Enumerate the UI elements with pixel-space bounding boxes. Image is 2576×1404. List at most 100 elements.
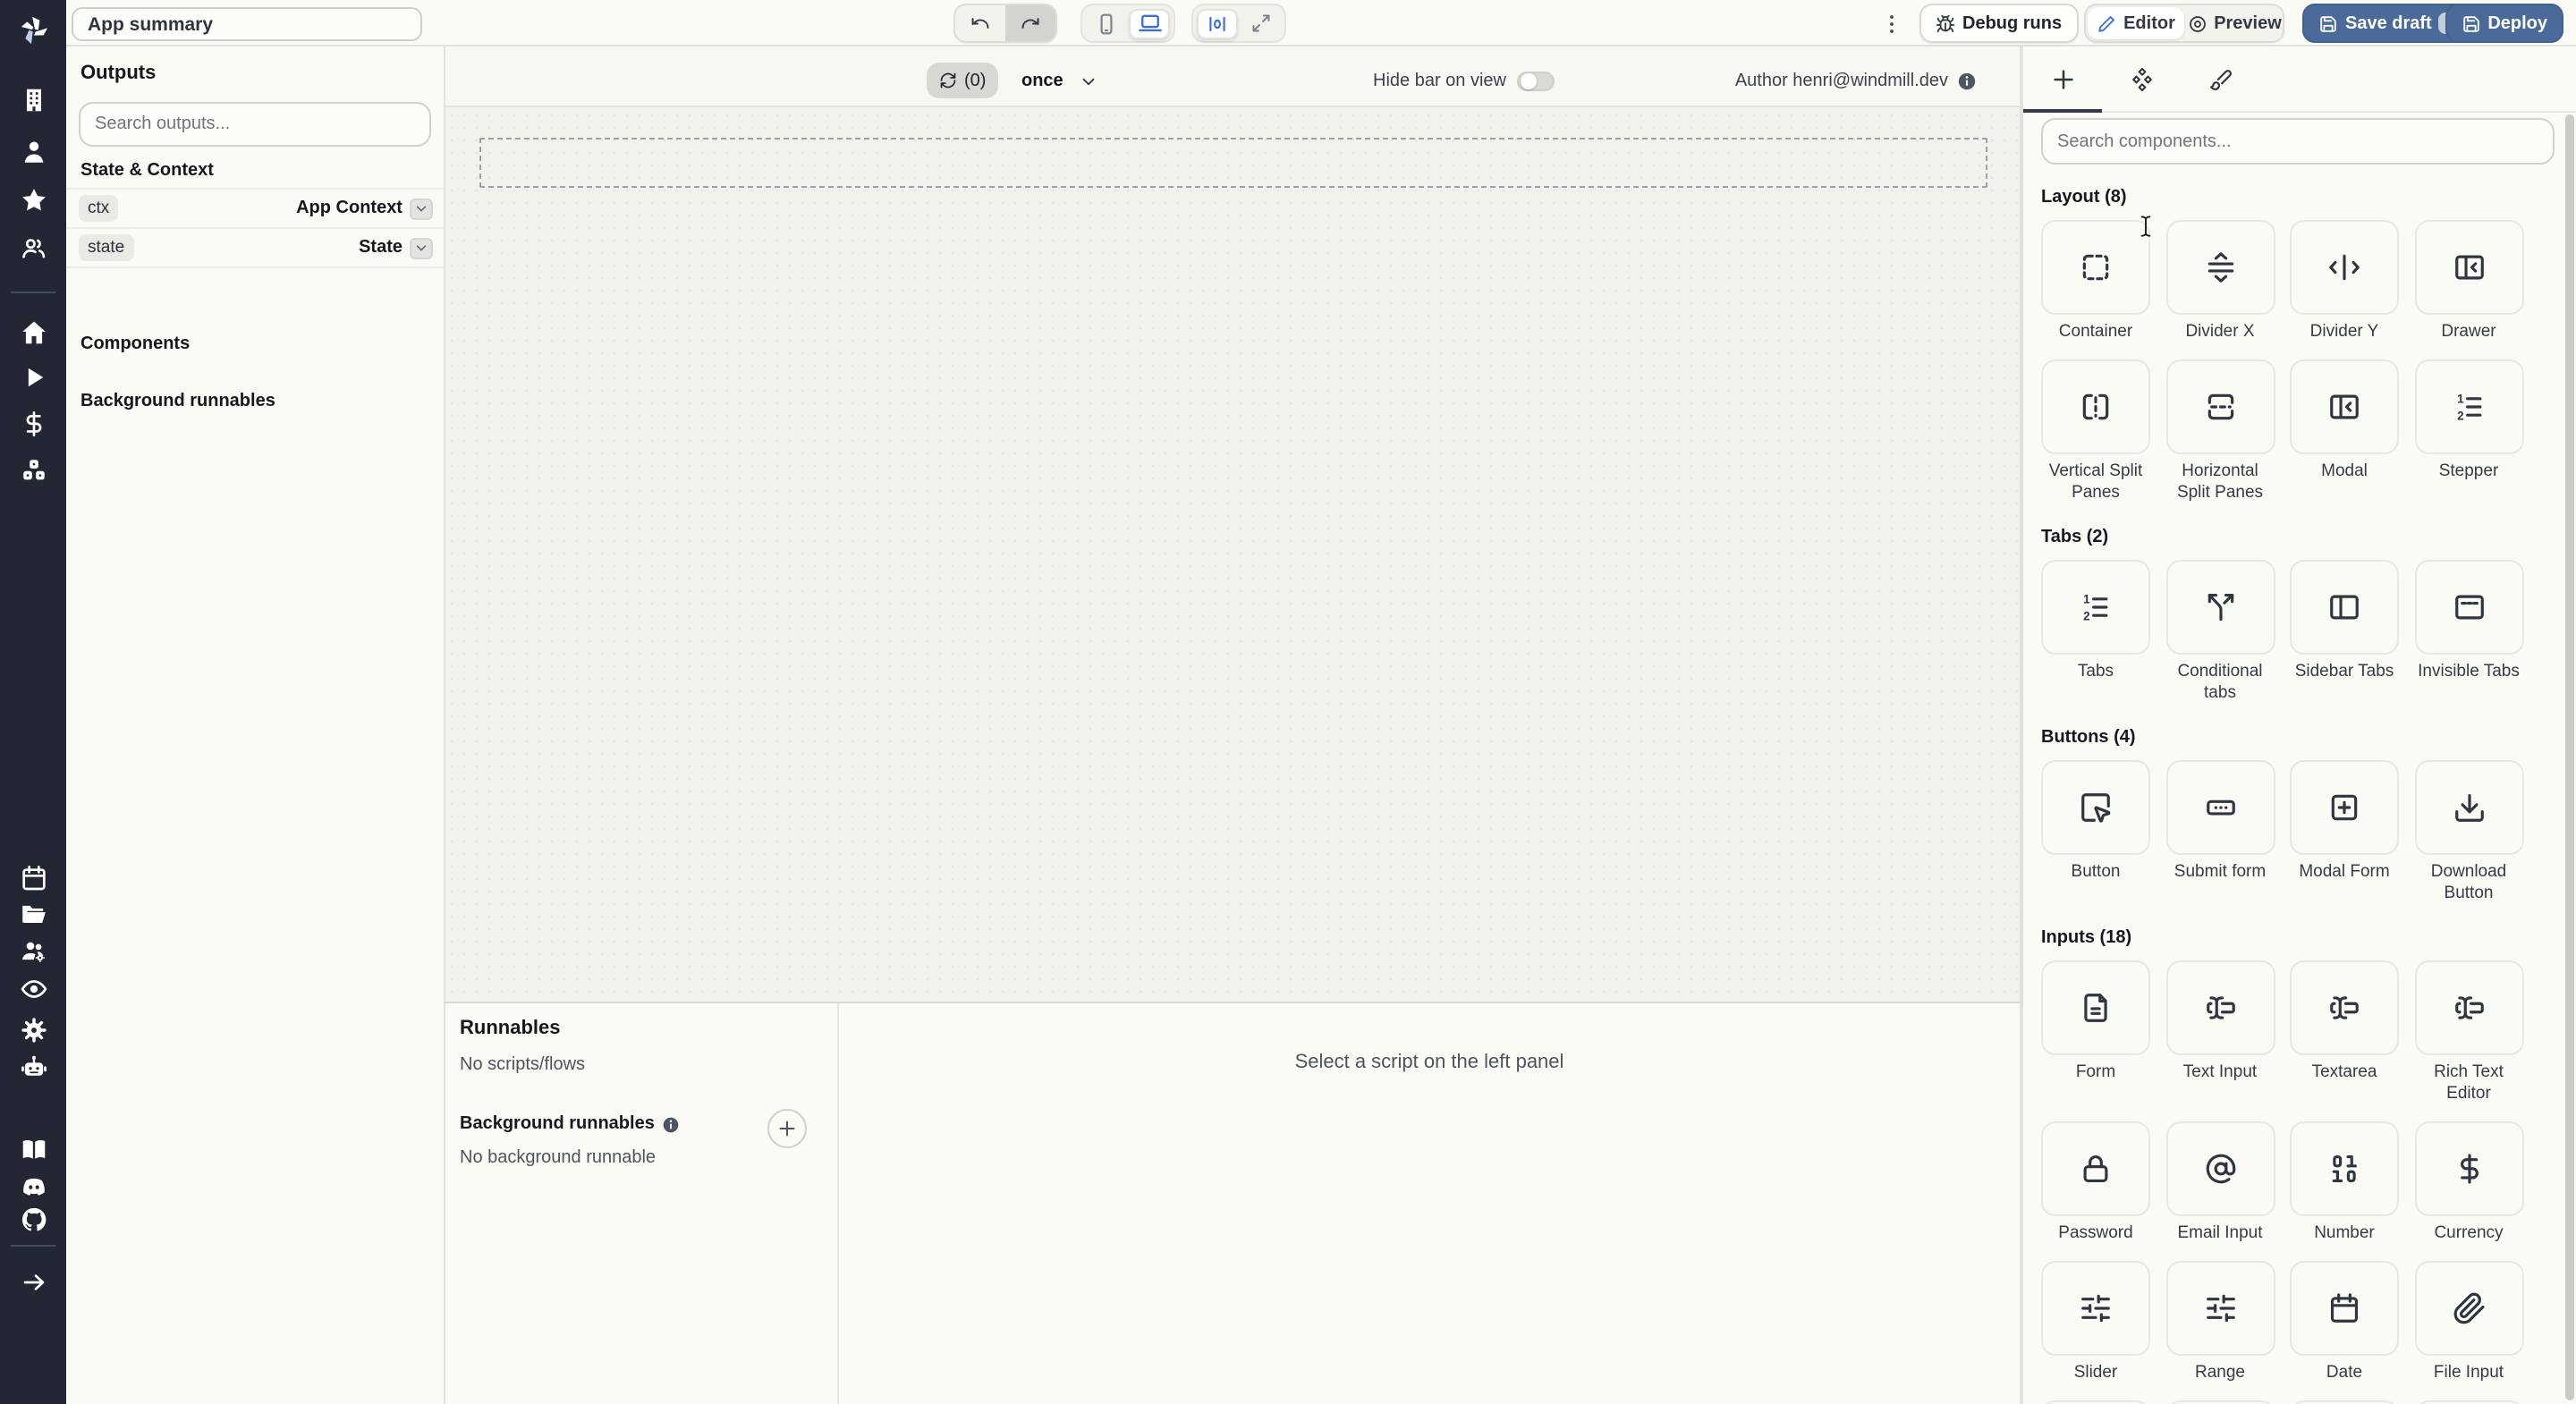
sidebar-item-gear[interactable] xyxy=(19,1016,47,1045)
component-card[interactable] xyxy=(2414,960,2523,1055)
component-label: Container xyxy=(2058,322,2133,342)
refresh-button[interactable]: (0) xyxy=(927,63,999,98)
empty-drop-zone[interactable] xyxy=(479,138,1987,188)
component-item-divider-y: Divider Y xyxy=(2290,220,2399,343)
expand-row-button[interactable] xyxy=(410,237,433,258)
sidebar-item-calendar[interactable] xyxy=(19,864,47,892)
component-card[interactable] xyxy=(2041,960,2150,1055)
fullwidth-canvas-button[interactable] xyxy=(1240,8,1281,38)
more-menu-button[interactable] xyxy=(1877,9,1905,38)
center-canvas-button[interactable] xyxy=(1197,8,1238,38)
app-canvas[interactable]: (0) once Hide bar on view Author henri@w… xyxy=(444,47,2021,1002)
component-card[interactable] xyxy=(2041,1400,2150,1404)
align-center-icon xyxy=(1206,12,1229,35)
component-card[interactable] xyxy=(2290,1261,2399,1356)
component-item-partial xyxy=(2165,1400,2275,1404)
tab-insert-component[interactable] xyxy=(2023,47,2102,111)
component-card[interactable] xyxy=(2414,220,2523,315)
undo-button[interactable] xyxy=(955,5,1005,41)
expand-row-button[interactable] xyxy=(410,198,433,219)
refresh-count: (0) xyxy=(964,71,987,90)
component-item-partial xyxy=(2290,1400,2399,1404)
editor-tab[interactable]: Editor xyxy=(2088,7,2184,39)
sidebar-item-building[interactable] xyxy=(19,86,47,114)
component-card[interactable] xyxy=(2290,960,2399,1055)
sidebar-item-dollar-sign[interactable] xyxy=(19,410,47,438)
redo-button[interactable] xyxy=(1005,5,1055,41)
sidebar-item-book-open[interactable] xyxy=(19,1136,47,1164)
component-card[interactable] xyxy=(2165,960,2275,1055)
schedule-dropdown[interactable]: once xyxy=(1021,63,1099,98)
component-card[interactable] xyxy=(2414,1400,2523,1404)
component-card[interactable] xyxy=(2165,560,2275,655)
binary-icon xyxy=(2327,1152,2361,1186)
square-mouse-pointer-icon xyxy=(2079,791,2113,825)
component-card[interactable] xyxy=(2290,359,2399,454)
github-icon xyxy=(19,1205,47,1234)
component-card[interactable]: 12 xyxy=(2041,560,2150,655)
component-grid: Form Text Input Textarea Rich Text Editor Pa… xyxy=(2041,960,2555,1404)
component-card[interactable] xyxy=(2290,220,2399,315)
info-icon[interactable] xyxy=(1957,71,1977,90)
components-scrollbar[interactable] xyxy=(2565,114,2574,1400)
sidebar-item-arrow-right[interactable] xyxy=(19,1268,47,1297)
outputs-panel: Outputs State & Context ctx App Context st… xyxy=(66,47,444,1404)
panel-chevron-icon xyxy=(2327,390,2361,424)
component-label: Download Button xyxy=(2430,862,2507,903)
sidebar-item-github[interactable] xyxy=(19,1205,47,1234)
component-card[interactable] xyxy=(2414,760,2523,855)
component-card[interactable] xyxy=(2414,1261,2523,1356)
undo-icon xyxy=(970,13,991,34)
component-card[interactable] xyxy=(2165,359,2275,454)
sidebar-item-user[interactable] xyxy=(19,138,47,166)
component-card[interactable] xyxy=(2041,359,2150,454)
sidebar-item-boxes[interactable] xyxy=(19,456,47,485)
component-item-range: Range xyxy=(2165,1261,2275,1384)
debug-runs-button[interactable]: Debug runs xyxy=(1919,4,2079,43)
component-card[interactable] xyxy=(2165,220,2275,315)
hide-bar-toggle[interactable] xyxy=(1517,71,1555,90)
app-summary-input[interactable] xyxy=(72,7,422,41)
component-label: Submit form xyxy=(2174,862,2267,882)
sidebar-item-star[interactable] xyxy=(19,186,47,215)
component-card[interactable] xyxy=(2290,1121,2399,1216)
search-components-input[interactable] xyxy=(2041,118,2555,165)
desktop-view-button[interactable] xyxy=(1129,8,1170,38)
tab-styling[interactable] xyxy=(2181,47,2259,111)
deploy-button[interactable]: Deploy xyxy=(2445,4,2563,43)
component-card[interactable]: 12 xyxy=(2414,359,2523,454)
search-outputs-input[interactable] xyxy=(79,102,431,147)
sidebar-item-play[interactable] xyxy=(19,363,47,392)
component-card[interactable] xyxy=(2414,1121,2523,1216)
home-icon xyxy=(19,318,47,347)
component-card[interactable] xyxy=(2165,760,2275,855)
sidebar-item-users-gear[interactable] xyxy=(19,937,47,966)
component-card[interactable] xyxy=(2041,1121,2150,1216)
component-item-download-button: Download Button xyxy=(2414,760,2523,905)
component-card[interactable] xyxy=(2165,1400,2275,1404)
component-card[interactable] xyxy=(2165,1261,2275,1356)
component-card[interactable] xyxy=(2041,1261,2150,1356)
sidebar-item-users[interactable] xyxy=(19,234,47,263)
component-card[interactable] xyxy=(2041,760,2150,855)
list-ordered-icon: 12 xyxy=(2452,390,2486,424)
component-card[interactable] xyxy=(2414,560,2523,655)
component-card[interactable] xyxy=(2290,760,2399,855)
schedule-value: once xyxy=(1021,71,1063,90)
sidebar-item-bot[interactable] xyxy=(19,1053,47,1082)
sidebar-item-eye[interactable] xyxy=(19,975,47,1003)
component-card[interactable] xyxy=(2290,1400,2399,1404)
component-label: Button xyxy=(2071,862,2121,882)
download-icon xyxy=(2452,791,2486,825)
maximize-icon xyxy=(1250,13,1271,34)
sidebar-item-discord[interactable] xyxy=(19,1173,47,1202)
windmill-logo[interactable] xyxy=(15,13,51,48)
component-card[interactable] xyxy=(2290,560,2399,655)
sidebar-item-folder-open[interactable] xyxy=(19,900,47,928)
preview-tab[interactable]: Preview xyxy=(2186,5,2283,41)
mobile-view-button[interactable] xyxy=(1086,8,1127,38)
tab-component-settings[interactable] xyxy=(2102,47,2181,111)
component-card[interactable] xyxy=(2165,1121,2275,1216)
sidebar-item-home[interactable] xyxy=(19,318,47,347)
add-background-runnable-button[interactable] xyxy=(767,1109,807,1148)
